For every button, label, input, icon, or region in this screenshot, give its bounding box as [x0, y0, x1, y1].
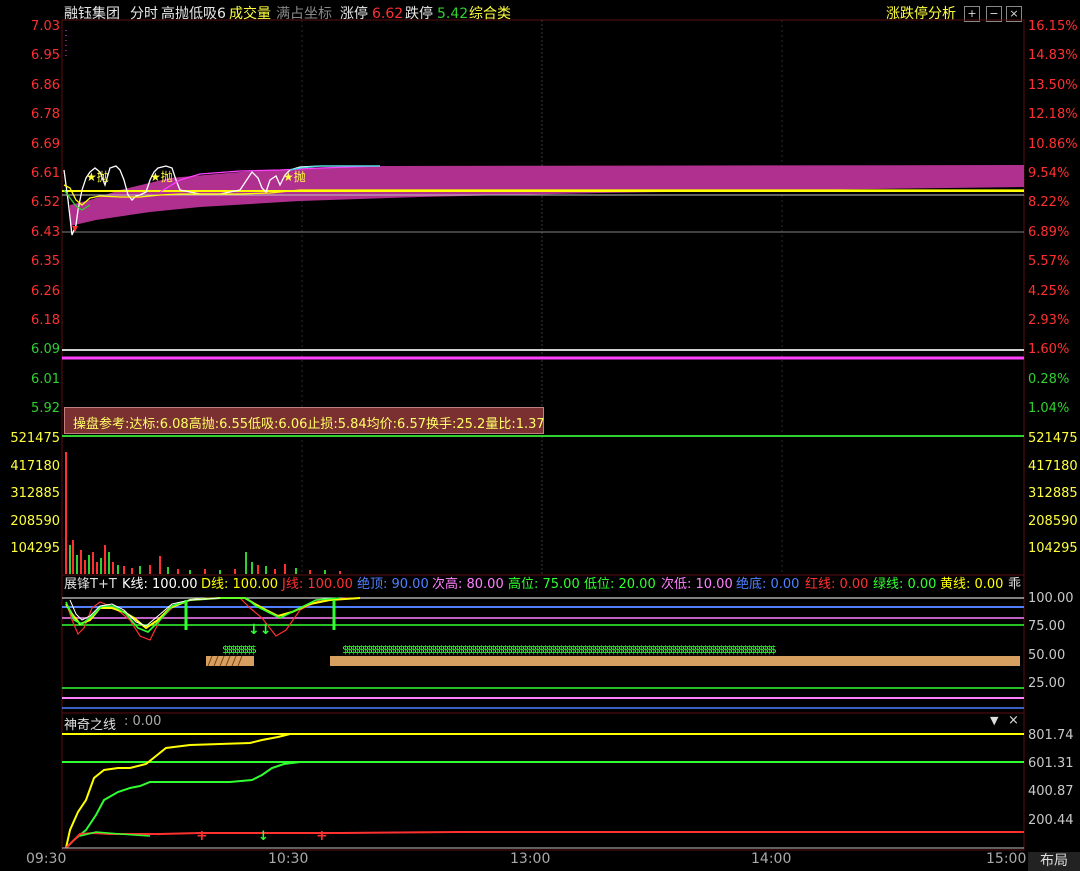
price-tick-label: 6.43 [31, 224, 60, 240]
indicator1-value: 次高: 80.00 [432, 577, 504, 592]
indicator2-name[interactable]: 神奇之线 [64, 714, 116, 733]
price-tick-label: 6.69 [31, 136, 60, 152]
price-tick-label: 5.92 [31, 401, 60, 417]
price-grid [301, 20, 783, 574]
price-tick-label: 6.35 [31, 254, 60, 270]
ribbon-long [330, 656, 1020, 666]
volume-tick-label: 208590 [10, 513, 60, 529]
svg-text:+: + [196, 828, 208, 844]
volume-tick-label: 104295 [10, 541, 60, 556]
layout-button[interactable]: 布局 [1028, 852, 1080, 871]
indicator1-tick-label: 75.00 [1028, 619, 1066, 634]
k-line [65, 597, 341, 633]
percent-tick-label: 1.04% [1028, 401, 1070, 417]
percent-tick-label: 6.89% [1028, 224, 1070, 240]
magic-line-yellow [65, 733, 1024, 849]
price-tick-label: 6.95 [31, 48, 60, 64]
volume-tick-label: 208590 [1028, 513, 1078, 529]
indicator1-value: 黄线: 0.00 [940, 577, 1004, 592]
indicator2-value: : 0.00 [124, 714, 162, 729]
indicator2-tick-label: 400.87 [1028, 784, 1074, 799]
price-tick-label: 6.61 [31, 166, 60, 181]
volume-tick-label: 521475 [1028, 431, 1078, 446]
time-tick-label: 10:30 [268, 851, 309, 867]
volume-tick-label: 312885 [10, 486, 60, 501]
price-tick-label: 6.52 [31, 195, 60, 211]
price-tick-label: 6.26 [31, 283, 60, 299]
indicator1-value: 绝顶: 90.00 [357, 577, 429, 592]
white-k [69, 597, 221, 627]
percent-tick-label: 8.22% [1028, 195, 1070, 211]
volume-tick-label: 417180 [10, 458, 60, 474]
indicator2-tick-label: 601.31 [1028, 756, 1074, 771]
indicator1-value: 红线: 0.00 [805, 577, 869, 592]
trade-reference-box: 操盘参考:达标:6.08高抛:6.55低吸:6.06止损:5.84均价:6.57… [64, 407, 545, 434]
volume-tick-label: 104295 [1028, 541, 1078, 556]
indicator1-value: 次低: 10.00 [661, 577, 733, 592]
percent-tick-label: 2.93% [1028, 313, 1070, 328]
percent-tick-label: 4.25% [1028, 283, 1070, 299]
percent-tick-label: 12.18% [1028, 107, 1078, 123]
down-arrow-icon: ↓↓ [248, 622, 271, 638]
volume-tick-label: 521475 [10, 431, 60, 446]
volume-bars [65, 452, 341, 574]
indicator1-value: 绿线: 0.00 [873, 577, 937, 592]
price-tick-label: 6.09 [31, 342, 60, 358]
indicator1-value: K线: 100.00 [122, 577, 198, 592]
price-tick-label: 6.86 [31, 77, 60, 93]
indicator1-value: 高位: 75.00 [508, 577, 580, 592]
sell-marker: ★抛 [283, 170, 306, 184]
indicator1-value: D线: 100.00 [201, 577, 279, 592]
percent-tick-label: 16.15% [1028, 19, 1078, 34]
svg-text:+: + [316, 828, 328, 844]
signal-marks-long: $$$$$$$$$$$$$$$$$$$$$$$$$$$$$$$$$$$$$$$$… [342, 643, 777, 656]
svg-text:↓: ↓ [258, 829, 269, 844]
dropdown-icon[interactable]: ▼ [990, 714, 998, 727]
price-tick-label: 7.03 [31, 19, 60, 34]
indicator2-tick-label: 801.74 [1028, 728, 1074, 743]
chart-canvas: ↓↓ + + ↓ [61, 19, 1025, 851]
percent-tick-label: 14.83% [1028, 48, 1078, 64]
magic-line-red [65, 831, 1024, 849]
indicator1-tick-label: 25.00 [1028, 676, 1066, 691]
volume-tick-label: 417180 [1028, 458, 1078, 474]
indicator1-tick-label: 50.00 [1028, 648, 1066, 663]
signal-marks-short: $$$$$$$$ [222, 643, 257, 656]
indicator1-value: 绝底: 0.00 [736, 577, 800, 592]
percent-tick-label: 10.86% [1028, 136, 1078, 152]
magic-line-green [65, 761, 1024, 849]
indicator1-extra: 乖 [1008, 577, 1022, 592]
percent-tick-label: 13.50% [1028, 77, 1078, 93]
price-tick-label: 6.18 [31, 313, 60, 328]
volume-tick-label: 312885 [1028, 486, 1078, 501]
percent-tick-label: 1.60% [1028, 342, 1070, 358]
close-icon[interactable]: × [1008, 713, 1019, 728]
d-line [65, 597, 361, 630]
time-tick-label: 09:30 [26, 851, 67, 867]
ribbon-short [206, 656, 254, 666]
indicator1-value: 低位: 20.00 [584, 577, 656, 592]
indicator1-header: 展锋T+T 乖 K线: 100.00 D线: 100.00 J线: 100.00 绝顶… [0, 577, 1028, 593]
sell-marker: ★抛 [150, 170, 173, 184]
time-tick-label: 14:00 [751, 851, 792, 867]
indicator2-tick-label: 200.44 [1028, 813, 1074, 828]
indicator1-name[interactable]: 展锋T+T [64, 577, 117, 593]
time-tick-label: 15:00 [986, 851, 1027, 867]
time-tick-label: 13:00 [510, 851, 551, 867]
percent-tick-label: 9.54% [1028, 166, 1070, 181]
indicator1-tick-label: 100.00 [1028, 591, 1074, 606]
sell-marker: ★抛 [86, 170, 109, 184]
indicator1-value: J线: 100.00 [282, 577, 353, 592]
price-tick-label: 6.01 [31, 371, 60, 387]
percent-tick-label: 5.57% [1028, 254, 1070, 270]
price-tick-label: 6.78 [31, 107, 60, 123]
percent-tick-label: 0.28% [1028, 371, 1070, 387]
